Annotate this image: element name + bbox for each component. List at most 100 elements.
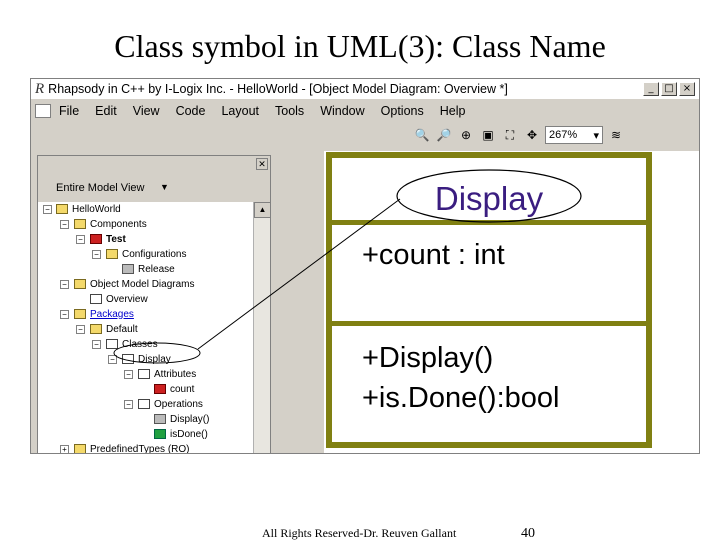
footer-copyright: All Rights Reserved-Dr. Reuven Gallant (262, 526, 457, 540)
configuration-icon (122, 264, 134, 274)
operation-icon (154, 429, 166, 439)
zoom-full-icon[interactable]: ⛶ (501, 126, 519, 144)
tree-item[interactable]: Packages (74, 307, 134, 321)
zoom-out-icon[interactable]: 🔎 (435, 126, 453, 144)
view-selector[interactable]: Entire Model View ▼ (38, 174, 270, 202)
folder-icon (74, 279, 86, 289)
tree-item-label: Configurations (122, 248, 187, 260)
collapse-icon[interactable]: − (76, 235, 85, 244)
layers-icon[interactable]: ≋ (607, 126, 625, 144)
zoom-area-icon[interactable]: ▣ (479, 126, 497, 144)
zoom-in-icon[interactable]: 🔍 (413, 126, 431, 144)
menu-options[interactable]: Options (381, 104, 424, 118)
diagram-icon (90, 294, 102, 304)
menu-layout[interactable]: Layout (221, 104, 259, 118)
tree-item-label: Release (138, 263, 175, 275)
tree-item-label: PredefinedTypes (RO) (90, 443, 190, 454)
collapse-icon[interactable]: − (92, 340, 101, 349)
operations-list: +Display() +is.Done():bool (362, 338, 559, 418)
package-icon (90, 324, 102, 334)
tree-item[interactable]: PredefinedTypes (RO) (74, 442, 190, 454)
tree-item-label: Test (106, 233, 126, 245)
tree-item[interactable]: Test (90, 232, 126, 246)
collapse-icon[interactable]: − (43, 205, 52, 214)
minimize-button[interactable]: _ (643, 82, 659, 96)
page-number: 40 (521, 526, 535, 540)
operation-isdone: +is.Done():bool (362, 382, 560, 414)
tree-item-label: Display() (170, 413, 210, 425)
tree-item[interactable]: Attributes (138, 367, 196, 381)
collapse-icon[interactable]: − (124, 400, 133, 409)
tree-item[interactable]: Operations (138, 397, 203, 411)
folder-icon (74, 219, 86, 229)
close-icon[interactable]: ✕ (256, 158, 268, 170)
collapse-icon[interactable]: − (60, 220, 69, 229)
tree-item[interactable]: Object Model Diagrams (74, 277, 194, 291)
tree-item-label: Components (90, 218, 147, 230)
tree-item[interactable]: isDone() (154, 427, 208, 441)
menu-view[interactable]: View (133, 104, 160, 118)
collapse-icon[interactable]: − (108, 355, 117, 364)
zoom-fit-icon[interactable]: ⊕ (457, 126, 475, 144)
name-compartment[interactable]: Display (332, 158, 646, 220)
collapse-icon[interactable]: − (124, 370, 133, 379)
folder-icon (106, 339, 118, 349)
menu-code[interactable]: Code (176, 104, 206, 118)
tree-item[interactable]: Display() (154, 412, 209, 426)
collapse-icon[interactable]: − (76, 325, 85, 334)
scroll-up-icon[interactable]: ▲ (254, 202, 271, 218)
maximize-button[interactable]: □ (661, 82, 677, 96)
menu-file[interactable]: File (59, 104, 79, 118)
model-browser: ✕ Entire Model View ▼ − HelloWorld − Com… (37, 155, 271, 454)
collapse-icon[interactable]: − (92, 250, 101, 259)
tree-item[interactable]: Display (122, 352, 171, 366)
menu-window[interactable]: Window (320, 104, 364, 118)
chevron-down-icon: ▼ (160, 182, 169, 192)
uml-class-symbol[interactable]: Display +count : int +Display() +is.Done… (326, 152, 652, 448)
attribute-icon (154, 384, 166, 394)
browser-scrollbar[interactable]: ▲ (253, 202, 271, 453)
class-icon (122, 354, 134, 364)
tree-item-label: Classes (122, 338, 158, 350)
menu-edit[interactable]: Edit (95, 104, 117, 118)
close-button[interactable]: × (679, 82, 695, 96)
tree-item[interactable]: Classes (106, 337, 158, 351)
slide-title: Class symbol in UML(3): Class Name (114, 28, 606, 64)
tree-item[interactable]: count (154, 382, 194, 396)
window-title: Rhapsody in C++ by I-Logix Inc. - HelloW… (48, 82, 508, 96)
menu-bar: File Edit View Code Layout Tools Window … (31, 101, 699, 121)
tree-item-label: Attributes (154, 368, 197, 380)
tree-item-label: Overview (106, 293, 148, 305)
constructor-icon (154, 414, 166, 424)
class-name: Display (434, 180, 544, 217)
view-label: Entire Model View (56, 182, 145, 194)
zoom-toolbar: 🔍 🔎 ⊕ ▣ ⛶ ✥ 267% ▾ ≋ (31, 123, 699, 147)
attribute-count: +count : int (362, 239, 505, 271)
menu-help[interactable]: Help (440, 104, 466, 118)
collapse-icon[interactable]: − (60, 280, 69, 289)
tree-item-label: count (170, 383, 195, 395)
folder-icon (106, 249, 118, 259)
class-compartments: Display +count : int +Display() +is.Done… (332, 158, 646, 442)
folder-icon (138, 399, 150, 409)
operations-compartment[interactable]: +Display() +is.Done():bool (332, 326, 646, 442)
tree-item[interactable]: Release (122, 262, 175, 276)
expand-icon[interactable]: + (60, 445, 69, 453)
chevron-down-icon: ▾ (593, 129, 599, 142)
menu-tools[interactable]: Tools (275, 104, 304, 118)
tree-item[interactable]: Overview (90, 292, 148, 306)
document-icon[interactable] (35, 104, 51, 118)
zoom-select[interactable]: 267% ▾ (545, 126, 603, 144)
tree-item-label: Display (138, 353, 171, 365)
tree-item-label: Operations (154, 398, 203, 410)
tree-item-label: isDone() (170, 428, 208, 440)
window-titlebar[interactable]: R Rhapsody in C++ by I-Logix Inc. - Hell… (31, 79, 699, 99)
tree-item[interactable]: HelloWorld (56, 202, 121, 216)
tree-item[interactable]: Default (90, 322, 138, 336)
tree-item-label: Packages (90, 308, 134, 320)
pan-icon[interactable]: ✥ (523, 126, 541, 144)
tree-item[interactable]: Components (74, 217, 147, 231)
collapse-icon[interactable]: − (60, 310, 69, 319)
tree-item[interactable]: Configurations (106, 247, 186, 261)
attributes-compartment[interactable]: +count : int (332, 225, 646, 321)
